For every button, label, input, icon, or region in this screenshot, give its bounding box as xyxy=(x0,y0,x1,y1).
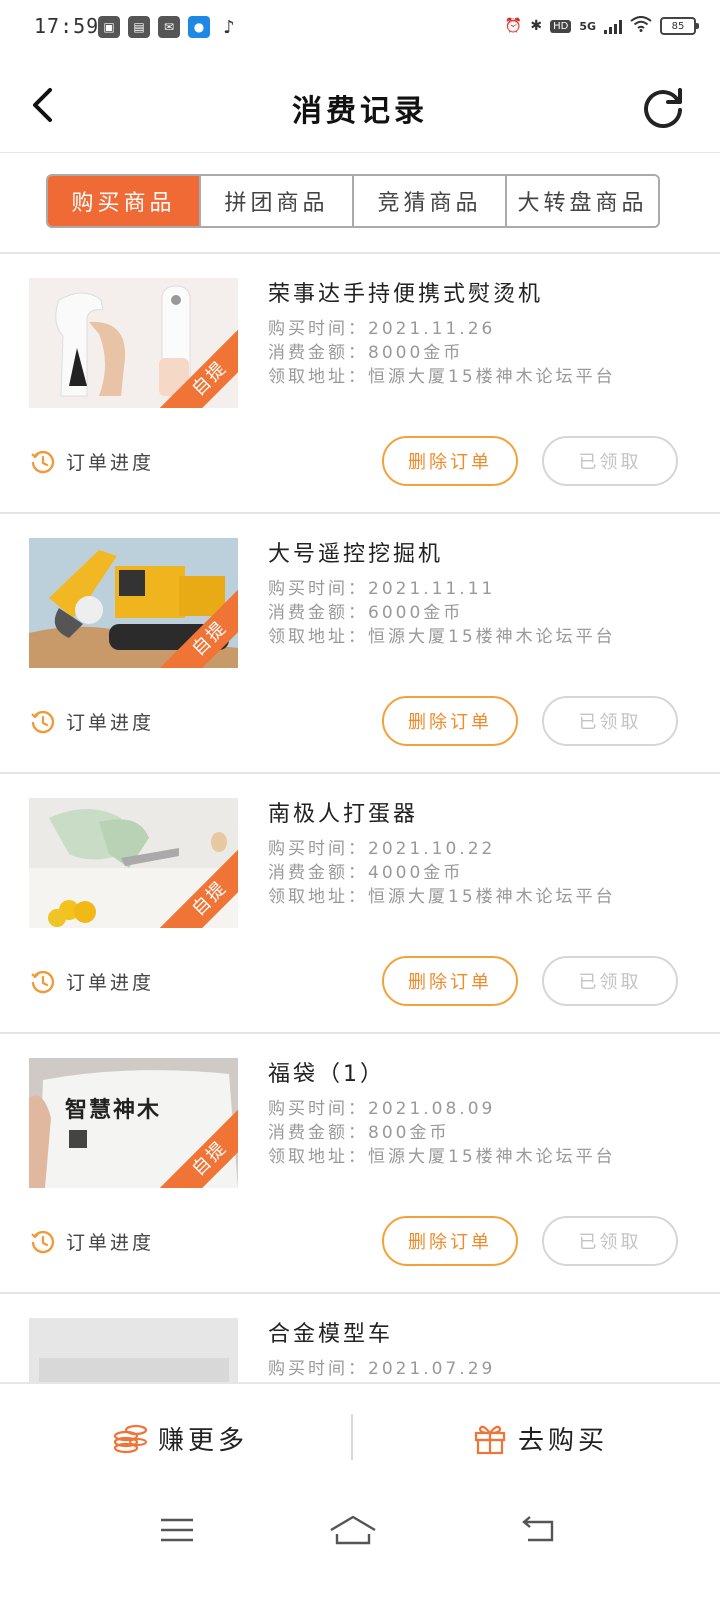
menu-icon xyxy=(161,1518,193,1542)
battery-icon: 85 xyxy=(660,17,699,35)
tab-purchased[interactable]: 购买商品 xyxy=(48,176,199,226)
divider xyxy=(351,1414,353,1460)
spent-amount: 消费金额：4000金币 xyxy=(268,863,464,883)
signal-icon xyxy=(604,18,622,34)
order-list[interactable]: 自提 荣事达手持便携式熨烫机 购买时间：2021.11.26 消费金额：8000… xyxy=(0,254,720,1382)
product-name: 南极人打蛋器 xyxy=(268,802,419,827)
order-item: 智慧神木 自提 福袋（1） 购买时间：2021.08.09 消费金额：800金币… xyxy=(0,1034,720,1294)
order-progress-link[interactable]: 订单进度 xyxy=(30,448,154,475)
tab-group-buy[interactable]: 拼团商品 xyxy=(199,176,352,226)
picked-up-button[interactable]: 已领取 xyxy=(542,1216,678,1266)
product-image[interactable]: 自提 xyxy=(29,538,238,668)
header: 消费记录 xyxy=(0,60,720,153)
pickup-address: 领取地址：恒源大厦15楼神木论坛平台 xyxy=(268,887,616,907)
pickup-address: 领取地址：恒源大厦15楼神木论坛平台 xyxy=(268,1147,616,1167)
product-image[interactable]: 智慧神木 自提 xyxy=(29,1058,238,1188)
delete-order-button[interactable]: 删除订单 xyxy=(382,956,518,1006)
earn-more-label: 赚更多 xyxy=(157,1425,248,1456)
baidu-icon: ● xyxy=(188,16,210,38)
system-navigation-bar xyxy=(0,1490,720,1600)
movie-app-icon: ▤ xyxy=(128,16,150,38)
pickup-address: 领取地址：恒源大厦15楼神木论坛平台 xyxy=(268,627,616,647)
back-nav-button[interactable] xyxy=(508,1508,568,1552)
category-tabs: 购买商品 拼团商品 竞猜商品 大转盘商品 xyxy=(46,174,660,228)
home-nav-button[interactable] xyxy=(323,1508,383,1552)
order-progress-label: 订单进度 xyxy=(66,712,155,734)
history-clock-icon xyxy=(31,450,55,473)
history-clock-icon xyxy=(31,970,55,993)
menu-nav-button[interactable] xyxy=(147,1508,207,1552)
order-progress-label: 订单进度 xyxy=(66,972,155,994)
purchase-time: 购买时间：2021.11.11 xyxy=(268,579,496,599)
refresh-button[interactable] xyxy=(636,80,690,134)
order-item: 合金模型车 购买时间：2021.07.29 xyxy=(0,1294,720,1382)
wifi-icon xyxy=(630,16,652,36)
spent-amount: 消费金额：6000金币 xyxy=(268,603,464,623)
product-image[interactable]: 自提 xyxy=(29,278,238,408)
tiktok-icon: ♪ xyxy=(223,16,235,38)
product-image[interactable]: 自提 xyxy=(29,798,238,928)
alarm-icon: ⏰ xyxy=(504,18,523,34)
tab-guessing[interactable]: 竞猜商品 xyxy=(352,176,505,226)
bluetooth-icon: ✱ xyxy=(530,18,543,34)
sim-icon: ▣ xyxy=(98,16,120,38)
battery-level: 85 xyxy=(671,20,685,32)
hd-icon: HD xyxy=(550,19,572,33)
bottom-action-bar: 赚更多 去购买 xyxy=(0,1382,720,1492)
spent-amount: 消费金额：8000金币 xyxy=(268,343,464,363)
order-progress-link[interactable]: 订单进度 xyxy=(30,968,154,995)
order-progress-label: 订单进度 xyxy=(66,452,155,474)
picked-up-button[interactable]: 已领取 xyxy=(542,696,678,746)
product-name: 大号遥控挖掘机 xyxy=(268,542,444,567)
page-title: 消费记录 xyxy=(292,94,428,129)
go-buy-label: 去购买 xyxy=(517,1425,608,1456)
gift-icon xyxy=(474,1425,506,1455)
delete-order-button[interactable]: 删除订单 xyxy=(382,696,518,746)
history-clock-icon xyxy=(31,1230,55,1253)
bag-print-text: 智慧神木 xyxy=(65,1098,162,1123)
tab-wheel[interactable]: 大转盘商品 xyxy=(505,176,658,226)
go-buy-button[interactable]: 去购买 xyxy=(360,1384,720,1492)
picked-up-button[interactable]: 已领取 xyxy=(542,436,678,486)
pickup-address: 领取地址：恒源大厦15楼神木论坛平台 xyxy=(268,367,616,387)
order-progress-link[interactable]: 订单进度 xyxy=(30,708,154,735)
product-name: 荣事达手持便携式熨烫机 xyxy=(268,282,544,307)
return-icon xyxy=(522,1516,554,1542)
purchase-time: 购买时间：2021.10.22 xyxy=(268,839,496,859)
mail-icon: ✉ xyxy=(158,16,180,38)
delete-order-button[interactable]: 删除订单 xyxy=(382,436,518,486)
order-progress-link[interactable]: 订单进度 xyxy=(30,1228,154,1255)
order-progress-label: 订单进度 xyxy=(66,1232,155,1254)
purchase-time: 购买时间：2021.08.09 xyxy=(268,1099,496,1119)
spent-amount: 消费金额：800金币 xyxy=(268,1123,450,1143)
coins-icon xyxy=(113,1424,148,1454)
status-time: 17:59 xyxy=(34,14,100,38)
refresh-icon xyxy=(644,88,682,129)
history-clock-icon xyxy=(31,710,55,733)
order-item: 自提 大号遥控挖掘机 购买时间：2021.11.11 消费金额：6000金币 领… xyxy=(0,514,720,774)
delete-order-button[interactable]: 删除订单 xyxy=(382,1216,518,1266)
product-name: 福袋（1） xyxy=(268,1062,385,1087)
purchase-time: 购买时间：2021.11.26 xyxy=(268,319,496,339)
order-item: 自提 南极人打蛋器 购买时间：2021.10.22 消费金额：4000金币 领取… xyxy=(0,774,720,1034)
status-bar: 17:59 ▣ ▤ ✉ ● ♪ ⏰ ✱ HD 5G 85 xyxy=(0,0,720,60)
network-type: 5G xyxy=(579,19,596,33)
home-icon xyxy=(330,1515,376,1545)
product-name: 合金模型车 xyxy=(268,1322,394,1347)
product-image[interactable] xyxy=(29,1318,238,1382)
notification-icons: ▣ ▤ ✉ ● ♪ xyxy=(98,16,240,38)
picked-up-button[interactable]: 已领取 xyxy=(542,956,678,1006)
order-item: 自提 荣事达手持便携式熨烫机 购买时间：2021.11.26 消费金额：8000… xyxy=(0,254,720,514)
system-status-icons: ⏰ ✱ HD 5G 85 xyxy=(504,16,699,36)
earn-more-button[interactable]: 赚更多 xyxy=(0,1384,360,1492)
purchase-time: 购买时间：2021.07.29 xyxy=(268,1359,496,1379)
